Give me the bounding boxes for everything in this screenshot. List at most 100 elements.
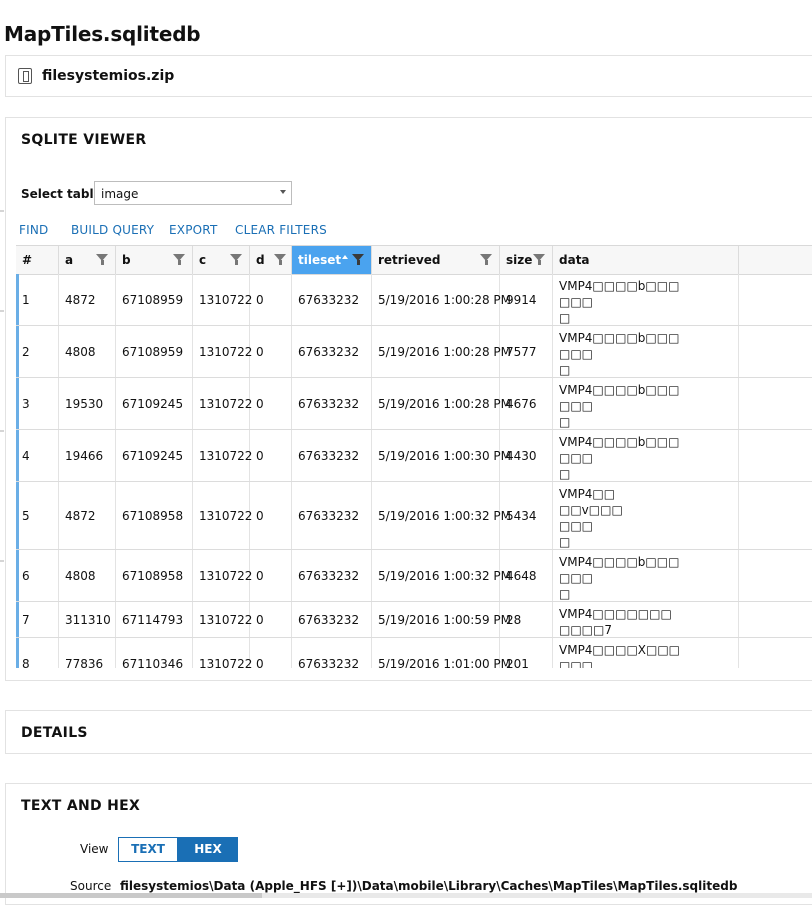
- cell-d[interactable]: 0: [250, 430, 292, 481]
- filter-icon[interactable]: [230, 254, 242, 265]
- cell-c[interactable]: 1310722: [193, 638, 252, 668]
- data-grid[interactable]: # a b c d tileset retrieved size data 1 …: [16, 245, 812, 668]
- column-header-c[interactable]: c: [193, 246, 250, 274]
- cell-a[interactable]: 311310: [59, 602, 116, 637]
- cell-rownum[interactable]: 1: [16, 274, 59, 325]
- table-select[interactable]: image: [94, 181, 292, 205]
- cell-tileset[interactable]: 67633232: [292, 638, 372, 668]
- table-row[interactable]: 8 77836 67110346 1310722 0 67633232 5/19/2016 …: [16, 638, 812, 668]
- cell-a[interactable]: 19530: [59, 378, 116, 429]
- cell-a[interactable]: 19466: [59, 430, 116, 481]
- cell-c[interactable]: 1310722: [193, 326, 252, 377]
- filter-icon[interactable]: [352, 254, 364, 265]
- cell-tileset[interactable]: 67633232: [292, 274, 372, 325]
- column-header-b[interactable]: b: [116, 246, 193, 274]
- cell-c[interactable]: 1310722: [193, 550, 252, 601]
- cell-data[interactable]: VMP4□□□□□□□ □□□□7: [553, 602, 739, 637]
- scrollbar-thumb[interactable]: [0, 893, 262, 898]
- cell-tileset[interactable]: 67633232: [292, 602, 372, 637]
- cell-retrieved[interactable]: 5/19/2016 1:00:32 PM: [372, 550, 511, 601]
- cell-b[interactable]: 67109245: [116, 430, 193, 481]
- filter-icon[interactable]: [533, 254, 545, 265]
- cell-c[interactable]: 1310722: [193, 274, 252, 325]
- table-row[interactable]: 1 4872 67108959 1310722 0 67633232 5/19/2016 1…: [16, 274, 812, 326]
- cell-b[interactable]: 67110346: [116, 638, 193, 668]
- hex-view-button[interactable]: HEX: [178, 837, 238, 862]
- cell-size[interactable]: 4676: [500, 378, 553, 429]
- cell-rownum[interactable]: 8: [16, 638, 59, 668]
- cell-d[interactable]: 0: [250, 638, 292, 668]
- cell-retrieved[interactable]: 5/19/2016 1:00:59 PM: [372, 602, 511, 637]
- cell-a[interactable]: 4872: [59, 482, 116, 549]
- cell-a[interactable]: 77836: [59, 638, 116, 668]
- cell-a[interactable]: 4872: [59, 274, 116, 325]
- cell-rownum[interactable]: 3: [16, 378, 59, 429]
- column-header-retrieved[interactable]: retrieved: [372, 246, 500, 274]
- text-view-button[interactable]: TEXT: [118, 837, 178, 862]
- cell-c[interactable]: 1310722: [193, 378, 252, 429]
- cell-retrieved[interactable]: 5/19/2016 1:00:28 PM: [372, 378, 511, 429]
- cell-a[interactable]: 4808: [59, 326, 116, 377]
- column-header-d[interactable]: d: [250, 246, 292, 274]
- cell-data[interactable]: VMP4□□□□b□□□ □□□ □: [553, 430, 739, 481]
- cell-retrieved[interactable]: 5/19/2016 1:00:28 PM: [372, 274, 511, 325]
- column-header-size[interactable]: size: [500, 246, 553, 274]
- cell-size[interactable]: 9914: [500, 274, 553, 325]
- table-row[interactable]: 3 19530 67109245 1310722 0 67633232 5/19/2016 …: [16, 378, 812, 430]
- cell-b[interactable]: 67109245: [116, 378, 193, 429]
- cell-c[interactable]: 1310722: [193, 430, 252, 481]
- table-row[interactable]: 7 311310 67114793 1310722 0 67633232 5/19/2016…: [16, 602, 812, 638]
- table-row[interactable]: 2 4808 67108959 1310722 0 67633232 5/19/2016 1…: [16, 326, 812, 378]
- cell-retrieved[interactable]: 5/19/2016 1:00:32 PM: [372, 482, 511, 549]
- cell-retrieved[interactable]: 5/19/2016 1:00:30 PM: [372, 430, 511, 481]
- filter-icon[interactable]: [173, 254, 185, 265]
- cell-rownum[interactable]: 5: [16, 482, 59, 549]
- cell-size[interactable]: 201: [500, 638, 553, 668]
- cell-tileset[interactable]: 67633232: [292, 326, 372, 377]
- cell-rownum[interactable]: 4: [16, 430, 59, 481]
- cell-data[interactable]: VMP4□□□□X□□□ □□□: [553, 638, 739, 668]
- column-header-rownum[interactable]: #: [16, 246, 59, 274]
- cell-size[interactable]: 5434: [500, 482, 553, 549]
- cell-b[interactable]: 67108959: [116, 274, 193, 325]
- cell-tileset[interactable]: 67633232: [292, 482, 372, 549]
- column-header-tileset[interactable]: tileset: [292, 246, 372, 274]
- column-header-data[interactable]: data: [553, 246, 739, 274]
- cell-c[interactable]: 1310722: [193, 602, 252, 637]
- filter-icon[interactable]: [480, 254, 492, 265]
- cell-rownum[interactable]: 2: [16, 326, 59, 377]
- filter-icon[interactable]: [274, 254, 286, 265]
- cell-data[interactable]: VMP4□□□□b□□□ □□□ □: [553, 550, 739, 601]
- cell-data[interactable]: VMP4□□□□b□□□ □□□ □: [553, 378, 739, 429]
- cell-retrieved[interactable]: 5/19/2016 1:00:28 PM: [372, 326, 511, 377]
- cell-size[interactable]: 28: [500, 602, 553, 637]
- table-row[interactable]: 6 4808 67108958 1310722 0 67633232 5/19/2016 1…: [16, 550, 812, 602]
- cell-size[interactable]: 7577: [500, 326, 553, 377]
- cell-data[interactable]: VMP4□□ □□v□□□ □□□ □: [553, 482, 739, 549]
- cell-rownum[interactable]: 7: [16, 602, 59, 637]
- cell-b[interactable]: 67108958: [116, 482, 193, 549]
- cell-c[interactable]: 1310722: [193, 482, 252, 549]
- cell-d[interactable]: 0: [250, 274, 292, 325]
- clear-filters-button[interactable]: CLEAR FILTERS: [235, 223, 327, 237]
- cell-tileset[interactable]: 67633232: [292, 550, 372, 601]
- cell-size[interactable]: 4430: [500, 430, 553, 481]
- cell-d[interactable]: 0: [250, 602, 292, 637]
- cell-tileset[interactable]: 67633232: [292, 378, 372, 429]
- cell-b[interactable]: 67108959: [116, 326, 193, 377]
- cell-a[interactable]: 4808: [59, 550, 116, 601]
- cell-d[interactable]: 0: [250, 326, 292, 377]
- filter-icon[interactable]: [96, 254, 108, 265]
- source-bar[interactable]: filesystemios.zip: [5, 55, 812, 97]
- cell-rownum[interactable]: 6: [16, 550, 59, 601]
- cell-b[interactable]: 67114793: [116, 602, 193, 637]
- find-button[interactable]: FIND: [19, 223, 48, 237]
- cell-b[interactable]: 67108958: [116, 550, 193, 601]
- cell-d[interactable]: 0: [250, 378, 292, 429]
- details-panel[interactable]: DETAILS: [5, 710, 812, 754]
- cell-size[interactable]: 4648: [500, 550, 553, 601]
- cell-d[interactable]: 0: [250, 482, 292, 549]
- column-header-a[interactable]: a: [59, 246, 116, 274]
- table-row[interactable]: 5 4872 67108958 1310722 0 67633232 5/19/2016 1…: [16, 482, 812, 550]
- cell-d[interactable]: 0: [250, 550, 292, 601]
